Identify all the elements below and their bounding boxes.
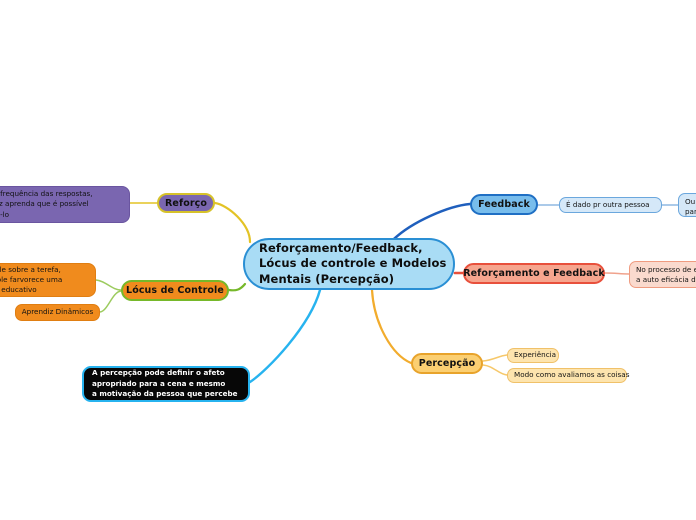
edge-percepcao-modo <box>482 364 508 376</box>
leaf-node-experiencia[interactable]: Experiência <box>507 348 559 363</box>
edge-root-afeto <box>248 288 322 384</box>
leaf-node-aprendiz-dinamicos[interactable]: Aprendiz Dinâmicos <box>15 304 100 321</box>
edge-root-feedback <box>392 202 472 241</box>
leaf-node-modo-como-avaliamos[interactable]: Modo como avaliamos as coisas <box>507 368 629 383</box>
edge-root-locus <box>227 282 247 292</box>
leaf-node-ou-par[interactable]: Ou par <box>678 193 696 217</box>
edge-locus-aprendiz <box>99 290 122 313</box>
node-percepcao-afeto[interactable]: A percepção pode definir o afeto apropri… <box>82 366 250 402</box>
branch-node-feedback[interactable]: Feedback <box>470 194 538 215</box>
branch-node-reforco[interactable]: Reforço <box>157 193 215 213</box>
leaf-node-no-processo[interactable]: No processo de e a auto eficácia do <box>629 261 696 288</box>
leaf-node-locus-detalhe[interactable]: u crontrole sobre a terefa, de controle … <box>0 263 96 297</box>
branch-node-reforcamento-e-feedback[interactable]: Reforçamento e Feedback <box>463 263 605 284</box>
branch-node-locus-de-controle[interactable]: Lócus de Controle <box>121 280 229 301</box>
leaf-node-dado-por-outra-pessoa[interactable]: É dado pr outra pessoa <box>559 197 662 213</box>
edge-reforcamento-processo <box>604 272 630 275</box>
edge-root-percepcao <box>370 288 413 365</box>
edge-percepcao-experiencia <box>482 354 508 362</box>
edge-locus-detalhe <box>95 279 122 291</box>
branch-node-percepcao[interactable]: Percepção <box>411 353 483 374</box>
edge-root-reforco <box>213 201 252 244</box>
leaf-node-reforco-detalhe[interactable]: mentar a frequência das respostas, o apr… <box>0 186 130 223</box>
mindmap-canvas: Reforçamento/Feedback, Lócus de controle… <box>0 0 696 520</box>
root-node[interactable]: Reforçamento/Feedback, Lócus de controle… <box>243 238 455 290</box>
